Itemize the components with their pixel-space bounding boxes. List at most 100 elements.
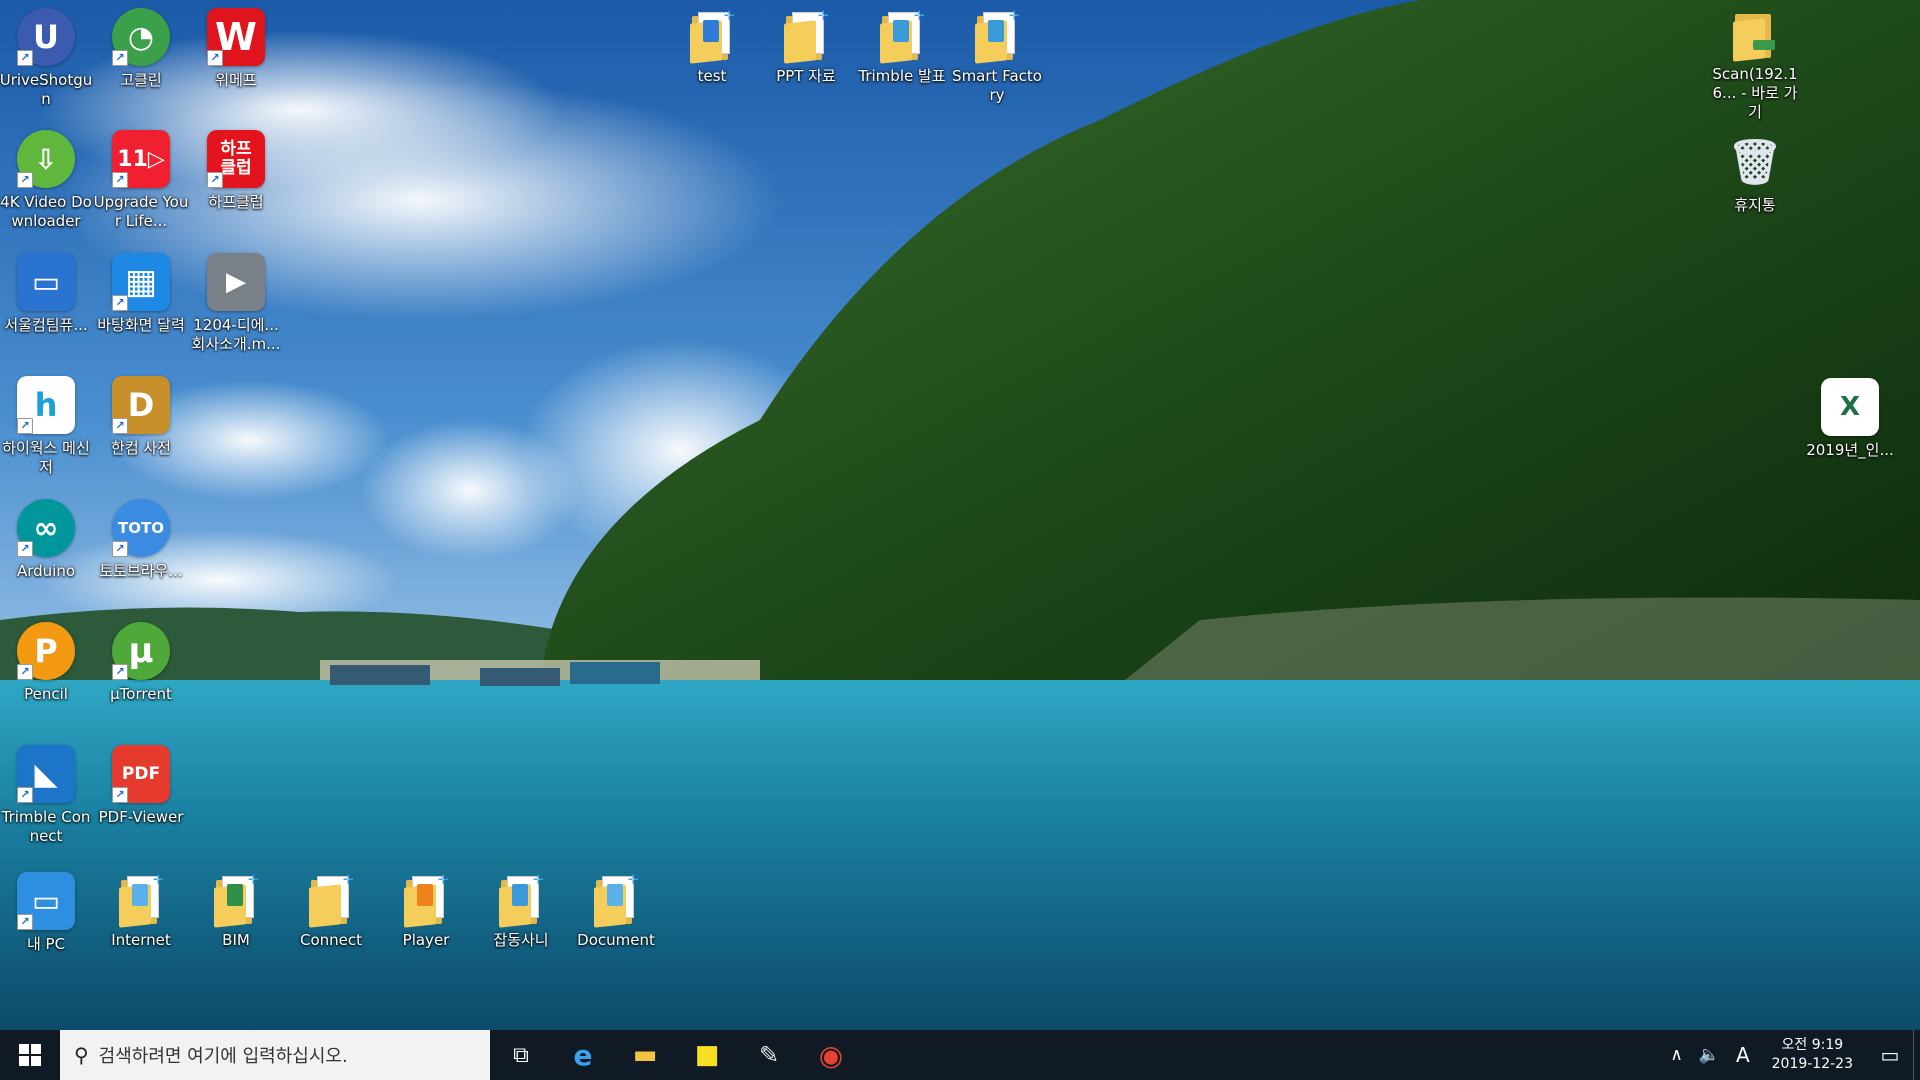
notification-icon: ▭ <box>1880 1043 1900 1067</box>
file-explorer-icon: ▬ <box>632 1040 658 1070</box>
hiworks-icon: h ↗ <box>17 376 75 434</box>
desktop-icon-wallcal[interactable]: ▦ ↗ 바탕화면 달력 <box>96 253 186 335</box>
show-desktop-button[interactable] <box>1913 1030 1920 1080</box>
icon-label: Smart Factory <box>952 67 1042 104</box>
icon-label: PPT 자료 <box>776 67 836 85</box>
remote-window-icon: ▭ <box>17 253 75 311</box>
taskbar-paint[interactable]: ✎ <box>738 1030 800 1080</box>
icon-label: 하이웍스 메신저 <box>2 439 90 476</box>
desktop-icon-recycle-bin[interactable]: 🗑 휴지통 <box>1710 133 1800 215</box>
icon-label: Trimble 발표 <box>858 67 946 85</box>
folder-icon: ✛ <box>780 10 832 64</box>
desktop-icon-totobrowser[interactable]: TOTO ↗ 토토브라우... <box>96 499 186 581</box>
folder-icon: ✛ <box>400 874 452 928</box>
icon-label: µTorrent <box>110 685 172 703</box>
system-tray: ∧ 🔈 A 오전 9:19 2019-12-23 ▭ <box>1662 1030 1920 1080</box>
desktop-icon-goclean[interactable]: ◔ ↗ 고클린 <box>96 8 186 90</box>
folder-player[interactable]: ✛ Player <box>381 874 471 950</box>
folder-test[interactable]: ✛ test <box>667 10 757 86</box>
desktop-icon-hiworks[interactable]: h ↗ 하이웍스 메신저 <box>1 376 91 477</box>
icon-label: PDF-Viewer <box>98 808 184 826</box>
pdf-viewer-icon: PDF ↗ <box>112 745 170 803</box>
trimble-connect-icon: ◣ ↗ <box>17 745 75 803</box>
desktop-icon-trimbleconnect[interactable]: ◣ ↗ Trimble Connect <box>1 745 91 846</box>
taskbar-internet-explorer[interactable]: e <box>552 1030 614 1080</box>
taskbar-file-explorer[interactable]: ▬ <box>614 1030 676 1080</box>
arduino-icon: ∞ ↗ <box>17 499 75 557</box>
icon-label: 토토브라우... <box>99 562 183 580</box>
clock-time: 오전 9:19 <box>1781 1037 1844 1053</box>
taskbar-sticky-notes[interactable]: ■ <box>676 1030 738 1080</box>
desktop-icon-seoulcomp[interactable]: ▭ 서울컴팀퓨... <box>1 253 91 335</box>
hancom-dictionary-icon: D ↗ <box>112 376 170 434</box>
paint-icon: ✎ <box>758 1041 780 1069</box>
icon-label: 잡동사니 <box>493 931 549 949</box>
folder-icon: ✛ <box>210 874 262 928</box>
start-button[interactable] <box>0 1030 60 1080</box>
halfclub-icon: 하프 클럽 ↗ <box>207 130 265 188</box>
clock[interactable]: 오전 9:19 2019-12-23 <box>1758 1036 1867 1074</box>
icon-label: 고클린 <box>120 71 162 89</box>
folder-internet[interactable]: ✛ Internet <box>96 874 186 950</box>
ime-indicator[interactable]: A <box>1728 1043 1758 1067</box>
folder-misc[interactable]: ✛ 잡동사니 <box>476 874 566 950</box>
desktop-icon-excel-file[interactable]: X 2019년_인... <box>1805 378 1895 460</box>
desktop-icon-utorrent[interactable]: µ ↗ µTorrent <box>96 622 186 704</box>
volume-icon[interactable]: 🔈 <box>1691 1045 1728 1065</box>
clock-date: 2019-12-23 <box>1771 1056 1853 1072</box>
desktop-icon-mypc[interactable]: ▭ ↗ 내 PC <box>1 872 91 954</box>
folder-trimble[interactable]: ✛ Trimble 발표 <box>857 10 947 86</box>
desktop-icon-pdfviewer[interactable]: PDF ↗ PDF-Viewer <box>96 745 186 827</box>
4k-video-downloader-icon: ⇩ ↗ <box>17 130 75 188</box>
folder-icon: ✛ <box>495 874 547 928</box>
desktop-icon-pencil[interactable]: P ↗ Pencil <box>1 622 91 704</box>
folder-icon: ✛ <box>590 874 642 928</box>
desktop-icon-arduino[interactable]: ∞ ↗ Arduino <box>1 499 91 581</box>
pencil-icon: P ↗ <box>17 622 75 680</box>
network-folder-shortcut-icon <box>1729 8 1781 62</box>
folder-smartfactory[interactable]: ✛ Smart Factory <box>952 10 1042 105</box>
wemakeprice-icon: W ↗ <box>207 8 265 66</box>
search-box[interactable]: ⚲ 검색하려면 여기에 입력하십시오. <box>60 1030 490 1080</box>
sticky-notes-icon: ■ <box>694 1040 720 1070</box>
icon-label: 1204-디에... 회사소개.m... <box>191 316 281 353</box>
desktop-icon-upgrade[interactable]: 11▷ ↗ Upgrade Your Life... <box>93 130 189 231</box>
icon-label: 위메프 <box>215 71 257 89</box>
action-center-button[interactable]: ▭ <box>1867 1030 1913 1080</box>
11st-icon: 11▷ ↗ <box>112 130 170 188</box>
icon-label: 하프클럽 <box>208 193 264 211</box>
desktop-icon-halfclub[interactable]: 하프 클럽 ↗ 하프클럽 <box>191 130 281 212</box>
icon-label: test <box>697 67 727 85</box>
icon-label: 한컴 사전 <box>111 439 171 457</box>
taskbar-chrome[interactable]: ◉ <box>800 1030 862 1080</box>
desktop-icon-4kvideo[interactable]: ⇩ ↗ 4K Video Downloader <box>0 130 92 231</box>
show-hidden-icons-chevron-icon[interactable]: ∧ <box>1662 1045 1690 1065</box>
icon-label: Connect <box>299 931 363 949</box>
folder-icon: ✛ <box>876 10 928 64</box>
video-file-icon: ▶ <box>207 253 265 311</box>
folder-document[interactable]: ✛ Document <box>571 874 661 950</box>
folder-bim[interactable]: ✛ BIM <box>191 874 281 950</box>
folder-icon: ✛ <box>305 874 357 928</box>
icon-label: BIM <box>222 931 250 949</box>
desktop-icon-intro-video[interactable]: ▶ 1204-디에... 회사소개.m... <box>191 253 281 354</box>
desktop-icon-uriveshotgun[interactable]: U ↗ UriveShotgun <box>0 8 93 109</box>
icon-label: Trimble Connect <box>1 808 91 845</box>
icon-label: UriveShotgun <box>0 71 93 108</box>
windows-logo-icon <box>19 1044 41 1066</box>
desktop-icon-scan-shortcut[interactable]: Scan(192.16... - 바로 가기 <box>1710 8 1800 122</box>
icon-label: Player <box>402 931 450 949</box>
icon-label: 서울컴팀퓨... <box>4 316 88 334</box>
icon-label: 바탕화면 달력 <box>97 316 185 334</box>
desktop-icon-wemakeprice[interactable]: W ↗ 위메프 <box>191 8 281 90</box>
folder-ppt[interactable]: ✛ PPT 자료 <box>761 10 851 86</box>
folder-icon: ✛ <box>686 10 738 64</box>
desktop: U ↗ UriveShotgun ⇩ ↗ 4K Video Downloader ▭… <box>0 0 1920 1030</box>
task-view-button[interactable]: ⧉ <box>490 1030 552 1080</box>
icon-label: Upgrade Your Life... <box>93 193 189 230</box>
folder-connect[interactable]: ✛ Connect <box>286 874 376 950</box>
icon-label: Arduino <box>16 562 76 580</box>
desktop-icon-hancomdict[interactable]: D ↗ 한컴 사전 <box>96 376 186 458</box>
icon-label: 2019년_인... <box>1806 441 1894 459</box>
icon-label: Scan(192.16... - 바로 가기 <box>1712 65 1798 121</box>
